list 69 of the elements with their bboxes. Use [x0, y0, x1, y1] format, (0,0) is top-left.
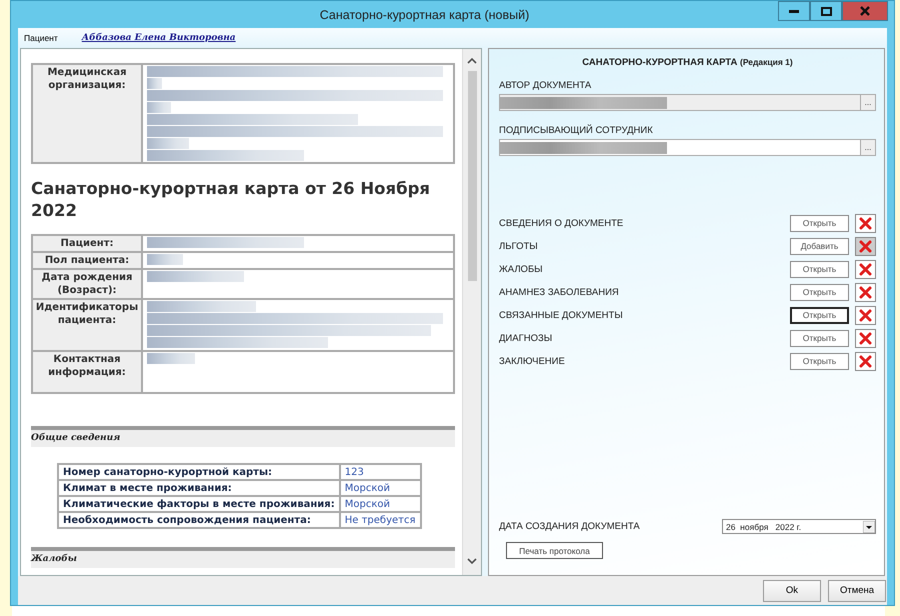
- cross-icon: [859, 240, 872, 252]
- scroll-thumb[interactable]: [468, 71, 476, 281]
- section-header: Жалобы: [31, 547, 455, 568]
- section-label: ЛЬГОТЫ: [499, 240, 539, 252]
- field-label: АВТОР ДОКУМЕНТА: [499, 80, 592, 91]
- cross-icon: [859, 308, 872, 322]
- window-title: Санаторно-курортная карта (новый): [318, 8, 530, 22]
- patient-link[interactable]: Аббазова Елена Викторовна: [82, 33, 236, 43]
- browse-button[interactable]: ...: [860, 140, 875, 155]
- panel-title: САНАТОРНО-КУРОРТНАЯ КАРТА (Редакция 1): [581, 57, 794, 68]
- table-cell: 123: [340, 464, 420, 480]
- cross-icon: [859, 332, 872, 344]
- open-button[interactable]: Открыть: [790, 330, 849, 346]
- section-label: ЖАЛОБЫ: [499, 264, 544, 274]
- delete-button[interactable]: [855, 306, 876, 324]
- section-label: АНАМНЕЗ ЗАБОЛЕВАНИЯ: [499, 286, 620, 298]
- scrollbar[interactable]: [462, 49, 481, 575]
- redacted-text: [147, 254, 184, 265]
- section-label: ЗАКЛЮЧЕНИЕ: [499, 356, 566, 366]
- input-field[interactable]: ...: [499, 139, 876, 156]
- print-button[interactable]: Печать протокола: [506, 542, 603, 559]
- document-heading: Санаторно-курортная карта от 26 Ноября 2022: [31, 178, 432, 222]
- delete-button[interactable]: [855, 328, 876, 348]
- cross-icon: [859, 354, 872, 368]
- cross-icon: [859, 286, 872, 298]
- field-label: ПОДПИСЫВАЮЩИЙ СОТРУДНИК: [499, 125, 654, 136]
- table-cell: Номер санаторно-курортной карты:: [58, 464, 340, 480]
- cancel-button[interactable]: Отмена: [828, 580, 886, 602]
- field-label: Идентификаторы пациента:: [36, 302, 138, 326]
- open-button[interactable]: Открыть: [790, 260, 849, 278]
- section-label: СВЯЗАННЫЕ ДОКУМЕНТЫ: [499, 310, 624, 320]
- date-dropdown[interactable]: 26 ноября 2022 г.: [722, 519, 876, 534]
- maximize-button[interactable]: [810, 1, 842, 21]
- table-cell: Необходимость сопровождения пациента:: [58, 512, 340, 528]
- open-button[interactable]: Открыть: [790, 284, 849, 300]
- open-button[interactable]: Открыть: [790, 214, 849, 232]
- open-button[interactable]: Открыть: [790, 306, 849, 324]
- delete-button[interactable]: [855, 214, 876, 232]
- section-label: ДИАГНОЗЫ: [499, 332, 554, 344]
- input-field[interactable]: ...: [499, 94, 876, 111]
- field-label: Пол пациента:: [44, 255, 130, 266]
- table-cell: Морской: [340, 496, 420, 512]
- table-cell: Морской: [340, 480, 420, 496]
- field-label: ДАТА СОЗДАНИЯ ДОКУМЕНТА: [499, 521, 640, 532]
- minimize-button[interactable]: [778, 1, 810, 21]
- field-label: Пациент: [24, 33, 58, 43]
- delete-button[interactable]: [855, 260, 876, 278]
- table-cell: Не требуется: [340, 512, 420, 528]
- table-cell: Климатические факторы в месте проживания:: [58, 496, 340, 512]
- field-label: Контактная информация:: [48, 354, 126, 378]
- section-header: Общие сведения: [31, 426, 455, 447]
- delete-button[interactable]: [855, 352, 876, 370]
- table-cell: Климат в месте проживания:: [58, 480, 340, 496]
- close-button[interactable]: [842, 1, 888, 21]
- field-label: Дата рождения (Возраст):: [42, 272, 132, 296]
- field-label: Медицинская организация:: [47, 67, 127, 91]
- dropdown-caret-icon: [863, 520, 875, 532]
- maximize-icon: [820, 6, 832, 16]
- minimize-icon: [789, 10, 799, 12]
- open-button[interactable]: Добавить: [790, 238, 849, 254]
- ok-button[interactable]: Ok: [763, 580, 821, 602]
- field-label: Пациент:: [60, 238, 114, 249]
- cross-icon: [859, 216, 872, 230]
- close-icon: [860, 6, 870, 16]
- delete-button[interactable]: [855, 282, 876, 302]
- open-button[interactable]: Открыть: [790, 352, 849, 370]
- redacted-text: [147, 353, 196, 364]
- cross-icon: [859, 262, 872, 276]
- section-label: СВЕДЕНИЯ О ДОКУМЕНТЕ: [499, 218, 624, 228]
